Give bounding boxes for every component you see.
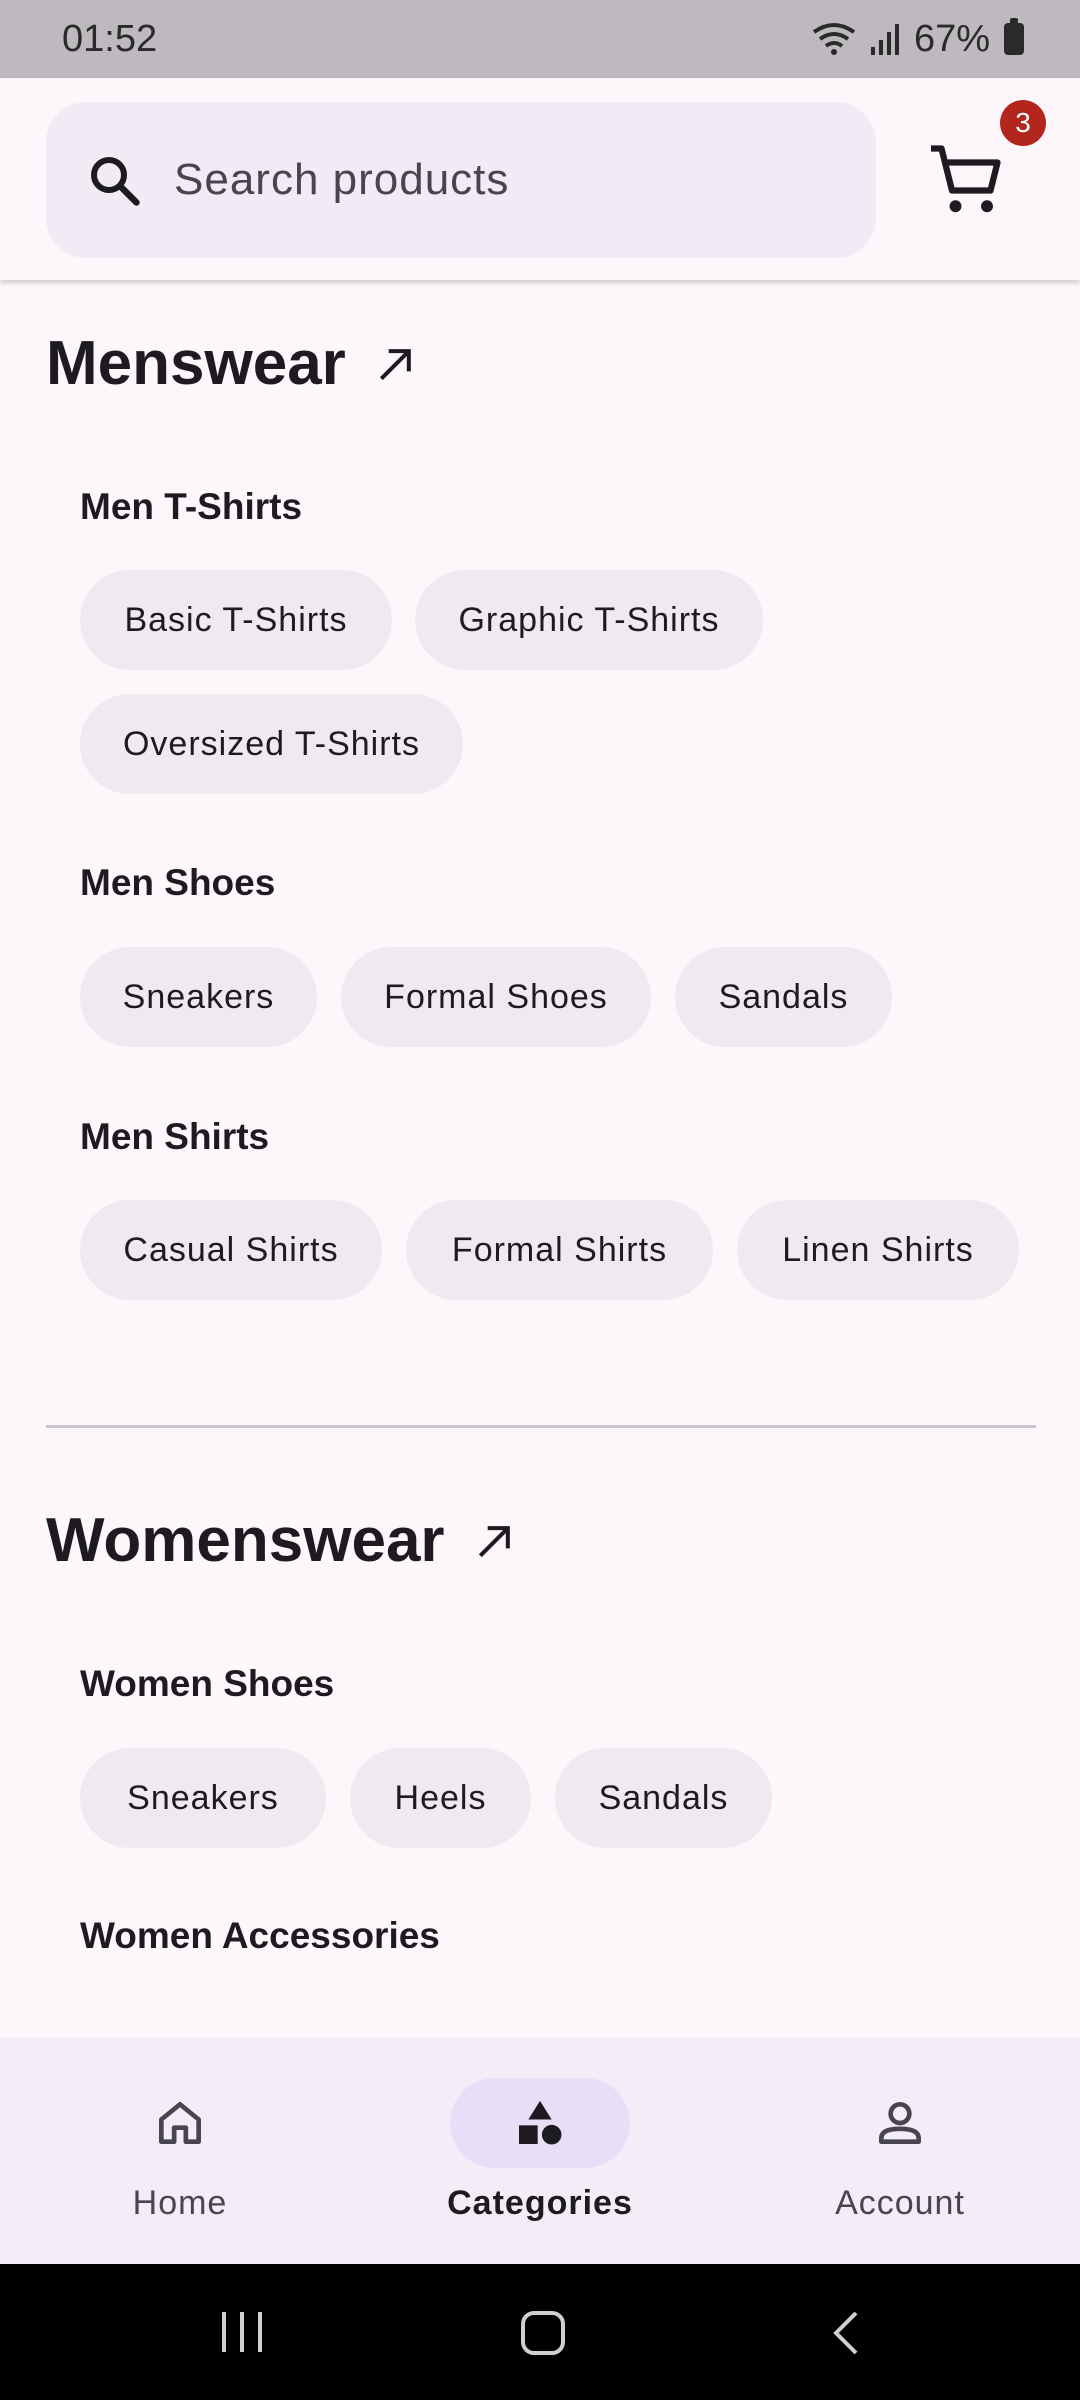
status-icons: 67%	[812, 18, 1024, 61]
section-title-label: Menswear	[46, 329, 346, 398]
status-time: 01:52	[62, 17, 158, 60]
subcategory-title[interactable]: Men Shirts	[80, 1116, 269, 1158]
nav-item-home[interactable]: Home	[0, 2038, 360, 2264]
chip-heels[interactable]: Heels	[350, 1748, 531, 1848]
wifi-icon	[812, 23, 856, 55]
subcategory-title[interactable]: Women Shoes	[80, 1663, 334, 1705]
chip-sandals[interactable]: Sandals	[675, 947, 892, 1047]
section-title-womenswear[interactable]: Womenswear	[46, 1505, 517, 1576]
chip-sneakers[interactable]: Sneakers	[80, 947, 317, 1047]
subcategory-title[interactable]: Men T-Shirts	[80, 486, 302, 528]
section-title-label: Womenswear	[46, 1506, 445, 1575]
chip-formal-shoes[interactable]: Formal Shoes	[341, 947, 651, 1047]
battery-percent: 67%	[913, 17, 990, 60]
recent-apps-icon[interactable]	[220, 2310, 264, 2354]
arrow-outward-icon	[379, 348, 411, 380]
status-bar: 01:52 67%	[0, 0, 1080, 78]
chip-formal-shirts[interactable]: Formal Shirts	[406, 1200, 713, 1300]
account-icon	[879, 2102, 921, 2144]
home-icon	[159, 2102, 202, 2144]
signal-icon	[870, 24, 899, 55]
back-icon[interactable]	[830, 2310, 860, 2356]
nav-label: Home	[132, 2184, 228, 2222]
chip-oversized-t-shirts[interactable]: Oversized T-Shirts	[80, 694, 463, 794]
search-icon	[91, 157, 140, 206]
chip-linen-shirts[interactable]: Linen Shirts	[737, 1200, 1019, 1300]
system-navigation-bar	[0, 2264, 1080, 2400]
home-button-icon[interactable]	[520, 2310, 566, 2356]
cart-badge: 3	[1000, 100, 1046, 146]
nav-item-categories[interactable]: Categories	[360, 2038, 720, 2264]
subcategory-title[interactable]: Men Shoes	[80, 862, 275, 904]
section-divider	[46, 1425, 1036, 1428]
bottom-navigation-bar: Home Categories Account	[0, 2038, 1080, 2264]
arrow-outward-icon	[478, 1525, 510, 1557]
categories-icon	[519, 2100, 562, 2145]
battery-icon	[1004, 18, 1024, 55]
subcategory-title[interactable]: Women Accessories	[80, 1915, 440, 1957]
section-title-menswear[interactable]: Menswear	[46, 328, 418, 399]
chip-casual-shirts[interactable]: Casual Shirts	[80, 1200, 382, 1300]
search-input[interactable]: Search products	[46, 102, 876, 258]
search-placeholder: Search products	[174, 155, 510, 204]
top-app-bar: Search products 3	[0, 78, 1080, 280]
nav-label: Categories	[447, 2184, 633, 2222]
chip-sneakers[interactable]: Sneakers	[80, 1748, 326, 1848]
cart-icon[interactable]	[924, 138, 1008, 222]
nav-label: Account	[835, 2184, 965, 2222]
chip-basic-t-shirts[interactable]: Basic T-Shirts	[80, 570, 392, 670]
chip-sandals[interactable]: Sandals	[555, 1748, 772, 1848]
nav-item-account[interactable]: Account	[720, 2038, 1080, 2264]
chip-graphic-t-shirts[interactable]: Graphic T-Shirts	[415, 570, 763, 670]
